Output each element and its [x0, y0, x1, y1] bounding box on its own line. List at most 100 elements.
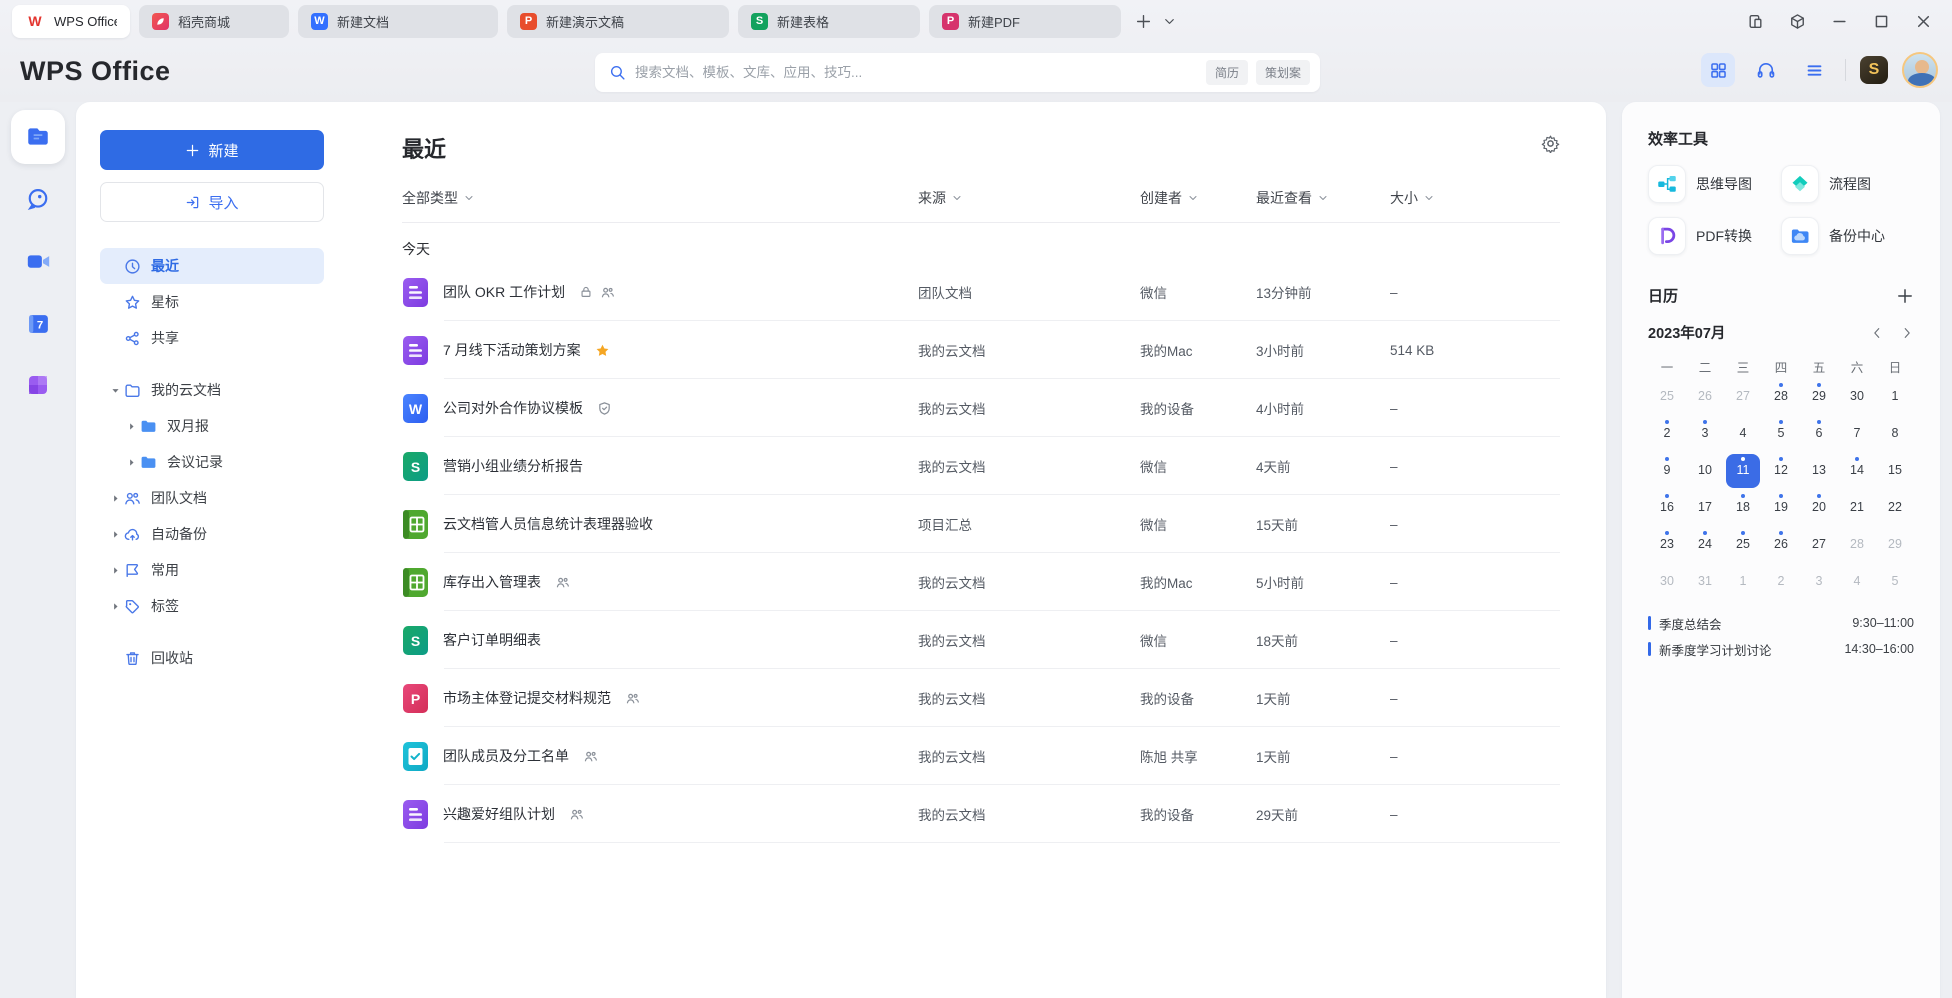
- calendar-day[interactable]: 26: [1688, 380, 1722, 414]
- search-input[interactable]: [635, 65, 1198, 80]
- user-avatar[interactable]: [1902, 52, 1938, 88]
- calendar-day[interactable]: 2: [1650, 417, 1684, 451]
- membership-s-badge[interactable]: S: [1860, 56, 1888, 84]
- calendar-day[interactable]: 7: [1840, 417, 1874, 451]
- calendar-day[interactable]: 8: [1878, 417, 1912, 451]
- calendar-day[interactable]: 15: [1878, 454, 1912, 488]
- caret-right-icon[interactable]: [110, 565, 124, 576]
- filter-来源[interactable]: 来源: [918, 188, 1140, 208]
- calendar-day[interactable]: 22: [1878, 491, 1912, 525]
- calendar-day[interactable]: 5: [1764, 417, 1798, 451]
- calendar-day[interactable]: 24: [1688, 528, 1722, 562]
- tool-思维导图[interactable]: 思维导图: [1648, 165, 1781, 203]
- minimize-icon[interactable]: [1822, 6, 1856, 36]
- file-row[interactable]: W 公司对外合作协议模板 我的云文档 我的设备 4小时前 –: [402, 379, 1560, 437]
- calendar-day[interactable]: 3: [1802, 565, 1836, 599]
- rail-chat-icon[interactable]: [11, 172, 65, 226]
- calendar-day[interactable]: 25: [1726, 528, 1760, 562]
- caret-right-icon[interactable]: [126, 457, 140, 468]
- calendar-day[interactable]: 30: [1650, 565, 1684, 599]
- file-row[interactable]: 团队 OKR 工作计划 团队文档 微信 13分钟前 –: [402, 263, 1560, 321]
- new-tab-button[interactable]: [1130, 8, 1156, 34]
- calendar-next-button[interactable]: [1900, 326, 1914, 340]
- calendar-day[interactable]: 28: [1840, 528, 1874, 562]
- calendar-day[interactable]: 27: [1726, 380, 1760, 414]
- tab-list-dropdown-button[interactable]: [1156, 8, 1182, 34]
- calendar-day-selected[interactable]: 11: [1726, 454, 1760, 488]
- file-row[interactable]: P 市场主体登记提交材料规范 我的云文档 我的设备 1天前 –: [402, 669, 1560, 727]
- rail-calendar-7-icon[interactable]: 7: [11, 296, 65, 350]
- filter-创建者[interactable]: 创建者: [1140, 188, 1256, 208]
- calendar-day[interactable]: 25: [1650, 380, 1684, 414]
- calendar-day[interactable]: 4: [1726, 417, 1760, 451]
- sidebar-item-共享[interactable]: 共享: [100, 320, 324, 356]
- sidebar-item-自动备份[interactable]: 自动备份: [100, 516, 324, 552]
- calendar-day[interactable]: 18: [1726, 491, 1760, 525]
- calendar-day[interactable]: 2: [1764, 565, 1798, 599]
- sidebar-item-星标[interactable]: 星标: [100, 284, 324, 320]
- calendar-day[interactable]: 19: [1764, 491, 1798, 525]
- tool-PDF转换[interactable]: PDF转换: [1648, 217, 1781, 255]
- new-document-button[interactable]: 新建: [100, 130, 324, 170]
- rail-meeting-video-icon[interactable]: [11, 234, 65, 288]
- caret-right-icon[interactable]: [110, 493, 124, 504]
- sidebar-item-回收站[interactable]: 回收站: [100, 640, 324, 676]
- sidebar-item-我的云文档[interactable]: 我的云文档: [100, 372, 324, 408]
- calendar-day[interactable]: 26: [1764, 528, 1798, 562]
- calendar-day[interactable]: 6: [1802, 417, 1836, 451]
- tab-2[interactable]: 稻壳商城: [139, 5, 289, 38]
- calendar-day[interactable]: 12: [1764, 454, 1798, 488]
- file-row[interactable]: 库存出入管理表 我的云文档 我的Mac 5小时前 –: [402, 553, 1560, 611]
- sidebar-item-最近[interactable]: 最近: [100, 248, 324, 284]
- calendar-day[interactable]: 29: [1878, 528, 1912, 562]
- sidebar-item-会议记录[interactable]: 会议记录: [100, 444, 324, 480]
- calendar-day[interactable]: 1: [1878, 380, 1912, 414]
- calendar-day[interactable]: 14: [1840, 454, 1874, 488]
- search-chip-plan[interactable]: 策划案: [1256, 60, 1310, 85]
- file-row[interactable]: 团队成员及分工名单 我的云文档 陈旭 共享 1天前 –: [402, 727, 1560, 785]
- filter-最近查看[interactable]: 最近查看: [1256, 188, 1390, 208]
- calendar-day[interactable]: 27: [1802, 528, 1836, 562]
- file-row[interactable]: 7 月线下活动策划方案 我的云文档 我的Mac 3小时前 514 KB: [402, 321, 1560, 379]
- filter-全部类型[interactable]: 全部类型: [402, 188, 918, 208]
- calendar-day[interactable]: 4: [1840, 565, 1874, 599]
- sidebar-item-标签[interactable]: 标签: [100, 588, 324, 624]
- calendar-day[interactable]: 30: [1840, 380, 1874, 414]
- global-search-bar[interactable]: 简历 策划案: [595, 53, 1320, 92]
- filter-大小[interactable]: 大小: [1390, 188, 1560, 208]
- calendar-event[interactable]: 新季度学习计划讨论14:30–16:00: [1648, 636, 1914, 662]
- calendar-day[interactable]: 16: [1650, 491, 1684, 525]
- calendar-day[interactable]: 1: [1726, 565, 1760, 599]
- calendar-day[interactable]: 29: [1802, 380, 1836, 414]
- sidebar-item-团队文档[interactable]: 团队文档: [100, 480, 324, 516]
- tab-3[interactable]: W新建文档: [298, 5, 498, 38]
- rail-apps-purple-icon[interactable]: [11, 358, 65, 412]
- calendar-day[interactable]: 3: [1688, 417, 1722, 451]
- calendar-day[interactable]: 31: [1688, 565, 1722, 599]
- calendar-day[interactable]: 9: [1650, 454, 1684, 488]
- caret-right-icon[interactable]: [110, 529, 124, 540]
- sidebar-item-常用[interactable]: 常用: [100, 552, 324, 588]
- close-icon[interactable]: [1906, 6, 1940, 36]
- calendar-day[interactable]: 28: [1764, 380, 1798, 414]
- calendar-day[interactable]: 20: [1802, 491, 1836, 525]
- maximize-icon[interactable]: [1864, 6, 1898, 36]
- file-row[interactable]: S 营销小组业绩分析报告 我的云文档 微信 4天前 –: [402, 437, 1560, 495]
- calendar-day[interactable]: 13: [1802, 454, 1836, 488]
- gear-icon[interactable]: [1541, 134, 1560, 153]
- calendar-add-button[interactable]: [1896, 287, 1914, 305]
- rail-docs-home-icon[interactable]: [11, 110, 65, 164]
- workspace-cube-icon[interactable]: [1780, 6, 1814, 36]
- device-icon[interactable]: [1738, 6, 1772, 36]
- tab-1[interactable]: WWPS Office: [12, 5, 130, 38]
- calendar-day[interactable]: 5: [1878, 565, 1912, 599]
- calendar-prev-button[interactable]: [1870, 326, 1884, 340]
- file-row[interactable]: S 客户订单明细表 我的云文档 微信 18天前 –: [402, 611, 1560, 669]
- file-row[interactable]: 云文档管人员信息统计表理器验收 项目汇总 微信 15天前 –: [402, 495, 1560, 553]
- main-menu-button[interactable]: [1797, 53, 1831, 87]
- support-headset-button[interactable]: [1749, 53, 1783, 87]
- tab-5[interactable]: S新建表格: [738, 5, 920, 38]
- sidebar-item-双月报[interactable]: 双月报: [100, 408, 324, 444]
- calendar-day[interactable]: 17: [1688, 491, 1722, 525]
- calendar-event[interactable]: 季度总结会9:30–11:00: [1648, 610, 1914, 636]
